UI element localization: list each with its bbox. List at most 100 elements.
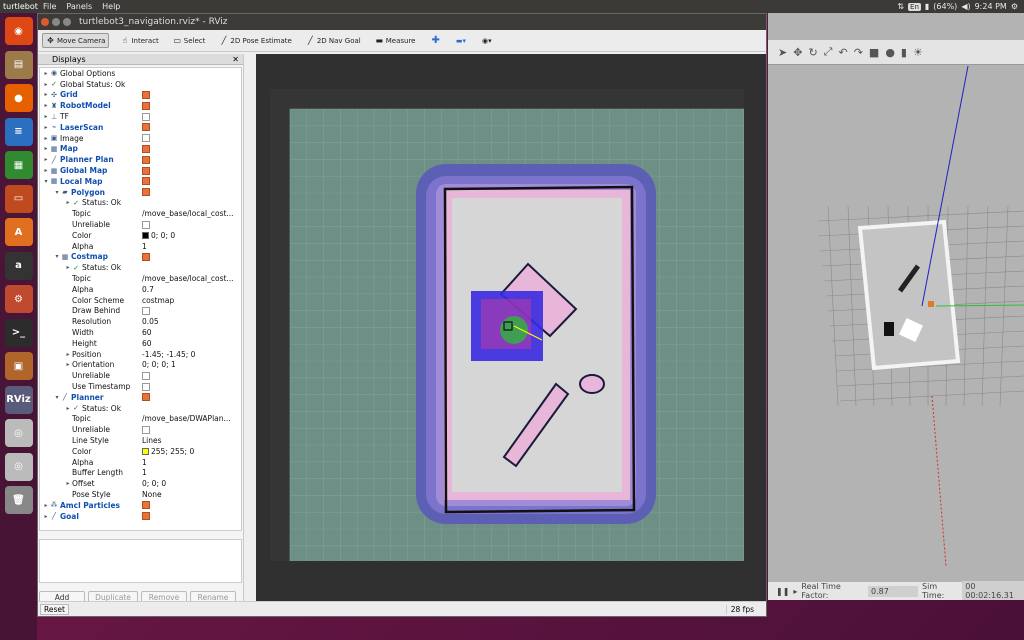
expand-arrow-icon[interactable]: ▸ [42,124,50,131]
display-value-cell[interactable] [142,90,241,99]
display-row[interactable]: ▸ ✓ Global Status: Ok [40,79,241,90]
menu-help[interactable]: Help [97,2,125,11]
enable-checkbox[interactable] [142,155,150,164]
enable-checkbox[interactable] [142,371,150,380]
display-value-cell[interactable] [142,112,241,121]
tool-move-camera[interactable]: ✥ Move Camera [42,33,110,48]
expand-arrow-icon[interactable]: ▸ [64,199,72,206]
display-value-cell[interactable]: /move_base/local_cost... [142,274,241,283]
tool-select[interactable]: ▭ Select [170,33,209,48]
expand-arrow-icon[interactable]: ▸ [42,91,50,98]
display-value-cell[interactable] [142,306,241,315]
keyboard-layout[interactable]: En [908,2,921,11]
display-row[interactable]: Color Scheme costmap [40,295,241,306]
expand-arrow-icon[interactable]: ▸ [42,167,50,174]
display-row[interactable]: Color 255; 255; 0 [40,446,241,457]
minimize-icon[interactable] [52,18,60,26]
enable-checkbox[interactable] [142,144,150,153]
enable-checkbox[interactable] [142,188,150,197]
display-row[interactable]: Unreliable [40,424,241,435]
enable-checkbox[interactable] [142,306,150,315]
reset-button[interactable]: Reset [40,603,69,615]
display-value-cell[interactable]: 0.7 [142,285,241,294]
package-icon[interactable]: ▣ [4,352,33,380]
display-row[interactable]: Resolution 0.05 [40,316,241,327]
display-row[interactable]: Pose Style None [40,489,241,500]
expand-arrow-icon[interactable]: ▸ [42,156,50,163]
pause-icon[interactable]: ❚❚ [776,587,789,596]
display-row[interactable]: ▸ ♜ RobotModel [40,100,241,111]
expand-arrow-icon[interactable]: ▸ [42,102,50,109]
display-value-cell[interactable]: costmap [142,296,241,305]
undo-icon[interactable]: ↶ [838,46,847,59]
display-value-cell[interactable] [142,134,241,143]
remove-tool-icon[interactable]: ▬▾ [453,35,469,47]
tool-measure[interactable]: ▬ Measure [372,33,419,48]
display-row[interactable]: Topic/move_base/DWAPlan... [40,414,241,425]
enable-checkbox[interactable] [142,220,150,229]
expand-arrow-icon[interactable]: ▸ [42,81,50,88]
enable-checkbox[interactable] [142,134,150,143]
display-value-cell[interactable] [142,425,241,434]
software-icon[interactable]: A [4,218,33,246]
enable-checkbox[interactable] [142,112,150,121]
rotate-tool-icon[interactable]: ↻ [808,46,817,59]
display-row[interactable]: ▸ ▣ Image [40,133,241,144]
display-row[interactable]: ▸ Orientation 0; 0; 0; 1 [40,360,241,371]
display-row[interactable]: Alpha 1 [40,241,241,252]
maximize-icon[interactable] [63,18,71,26]
display-value-cell[interactable] [142,155,241,164]
enable-checkbox[interactable] [142,101,150,110]
display-value-cell[interactable]: None [142,490,241,499]
display-row[interactable]: ▸ ◉ Global Options [40,68,241,79]
display-row[interactable]: ▸ ▦ Map [40,144,241,155]
display-value-cell[interactable]: 0; 0; 0 [142,231,241,240]
display-value-cell[interactable] [142,177,241,186]
amazon-icon[interactable]: a [4,251,33,280]
impress-icon[interactable]: ▭ [4,184,33,213]
menu-panels[interactable]: Panels [61,2,97,11]
dvd2-icon[interactable]: ◎ [4,452,33,481]
display-row[interactable]: Alpha 1 [40,457,241,468]
box-shape-icon[interactable]: ■ [869,46,879,59]
ubuntu-icon[interactable]: ◉ [4,17,33,45]
display-value-cell[interactable] [142,393,241,402]
display-row[interactable]: Color 0; 0; 0 [40,230,241,241]
display-value-cell[interactable]: 1 [142,468,241,477]
calc-icon[interactable]: ▦ [4,151,33,179]
display-value-cell[interactable]: 0.05 [142,317,241,326]
panel-close-icon[interactable]: ✕ [232,55,239,64]
enable-checkbox[interactable] [142,166,150,175]
display-value-cell[interactable] [142,382,241,391]
expand-arrow-icon[interactable]: ▸ [64,351,72,358]
sphere-shape-icon[interactable]: ● [885,46,895,59]
files-icon[interactable]: ▤ [4,50,33,79]
trash-icon[interactable]: 🗑 [4,486,33,514]
display-row[interactable]: Width 60 [40,327,241,338]
view-eye-icon[interactable]: ◉▾ [479,35,495,47]
step-icon[interactable]: ▸ [793,587,797,596]
display-row[interactable]: ▸ ✣ Grid [40,90,241,101]
display-row[interactable]: ▸ ╱ Goal [40,511,241,522]
display-value-cell[interactable]: /move_base/local_cost... [142,209,241,218]
light-icon[interactable]: ☀ [913,46,923,59]
display-value-cell[interactable]: 255; 255; 0 [142,447,241,456]
rviz-titlebar[interactable]: turtlebot3_navigation.rviz* - RViz [38,14,766,30]
display-row[interactable]: ▸ ⊥ TF [40,111,241,122]
writer-icon[interactable]: ≡ [4,117,33,146]
expand-arrow-icon[interactable]: ▸ [42,502,50,509]
expand-arrow-icon[interactable]: ▸ [42,70,50,77]
display-value-cell[interactable]: /move_base/DWAPlan... [142,414,241,423]
tool-2d-pose-estimate[interactable]: ╱ 2D Pose Estimate [216,33,294,48]
display-value-cell[interactable] [142,512,241,521]
enable-checkbox[interactable] [142,90,150,99]
display-value-cell[interactable]: 60 [142,328,241,337]
display-row[interactable]: ▾ ▦ Costmap [40,252,241,263]
display-value-cell[interactable] [142,166,241,175]
display-row[interactable]: Line Style Lines [40,435,241,446]
display-value-cell[interactable]: -1.45; -1.45; 0 [142,350,241,359]
volume-icon[interactable]: ◀) [961,2,970,11]
enable-checkbox[interactable] [142,425,150,434]
enable-checkbox[interactable] [142,382,150,391]
display-value-cell[interactable]: 1 [142,242,241,251]
